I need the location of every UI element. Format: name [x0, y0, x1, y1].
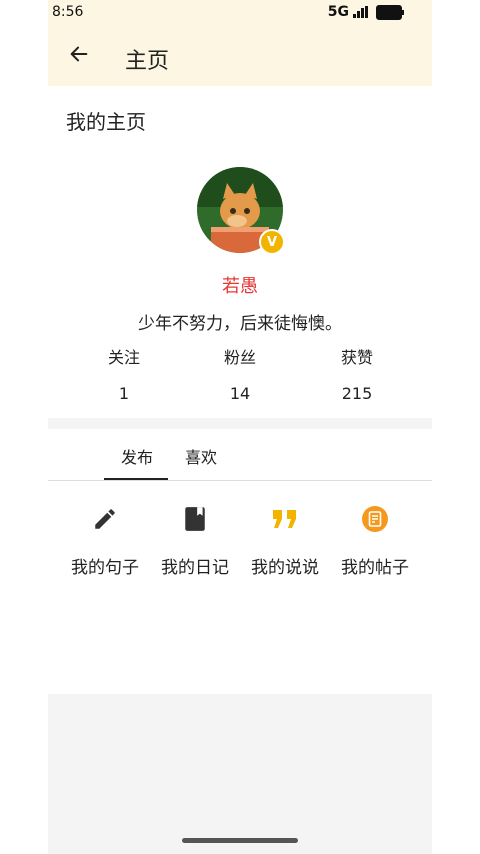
status-bar: 8:56 5G	[48, 0, 432, 27]
active-tab-indicator	[104, 478, 168, 480]
battery-icon	[376, 4, 404, 20]
stat-label: 粉丝	[223, 348, 256, 367]
status-icons: 5G	[327, 4, 404, 20]
stat-label: 关注	[107, 348, 140, 367]
tab-bar: 发布 喜欢	[48, 430, 432, 481]
tab-publish[interactable]: 发布	[121, 444, 153, 468]
stat-value: 1	[118, 384, 130, 403]
username[interactable]: 若愚	[48, 272, 432, 298]
pencil-icon	[60, 500, 150, 538]
network-label: 5G	[327, 4, 349, 20]
item-my-diary[interactable]: 我的日记	[150, 500, 240, 578]
verified-badge: V	[259, 229, 285, 255]
app-bar: 主页	[48, 27, 432, 86]
item-label: 我的句子	[71, 558, 139, 578]
item-label: 我的日记	[161, 558, 229, 578]
item-my-sentences[interactable]: 我的句子	[60, 500, 150, 578]
tab-likes[interactable]: 喜欢	[185, 444, 217, 468]
stat-value: 215	[341, 384, 373, 403]
item-my-posts-short[interactable]: 我的说说	[240, 500, 330, 578]
item-label: 我的说说	[251, 558, 319, 578]
item-my-threads[interactable]: 我的帖子	[330, 500, 420, 578]
back-arrow-icon[interactable]	[68, 43, 90, 65]
page-title: 主页	[125, 49, 170, 74]
section-title: 我的主页	[66, 110, 146, 134]
stat-likes[interactable]: 获赞 215	[307, 344, 407, 403]
signal-icon	[353, 6, 368, 18]
home-indicator[interactable]	[182, 838, 298, 843]
item-label: 我的帖子	[341, 558, 409, 578]
section-divider	[48, 418, 432, 429]
status-time: 8:56	[52, 4, 84, 20]
avatar-container[interactable]: V	[197, 167, 285, 255]
stat-followers[interactable]: 粉丝 14	[190, 344, 290, 403]
stat-label: 获赞	[340, 348, 373, 367]
stat-value: 14	[229, 384, 251, 403]
stat-following[interactable]: 关注 1	[74, 344, 174, 403]
post-icon	[330, 500, 420, 538]
quote-icon	[240, 500, 330, 538]
book-icon	[150, 500, 240, 538]
phone-screen: 8:56 5G 主页 我的主页 V 若愚 少年不努力，后来徒悔懊。 关注 1 粉…	[48, 0, 432, 854]
empty-content-area	[48, 694, 432, 854]
bio-text: 少年不努力，后来徒悔懊。	[138, 314, 342, 334]
